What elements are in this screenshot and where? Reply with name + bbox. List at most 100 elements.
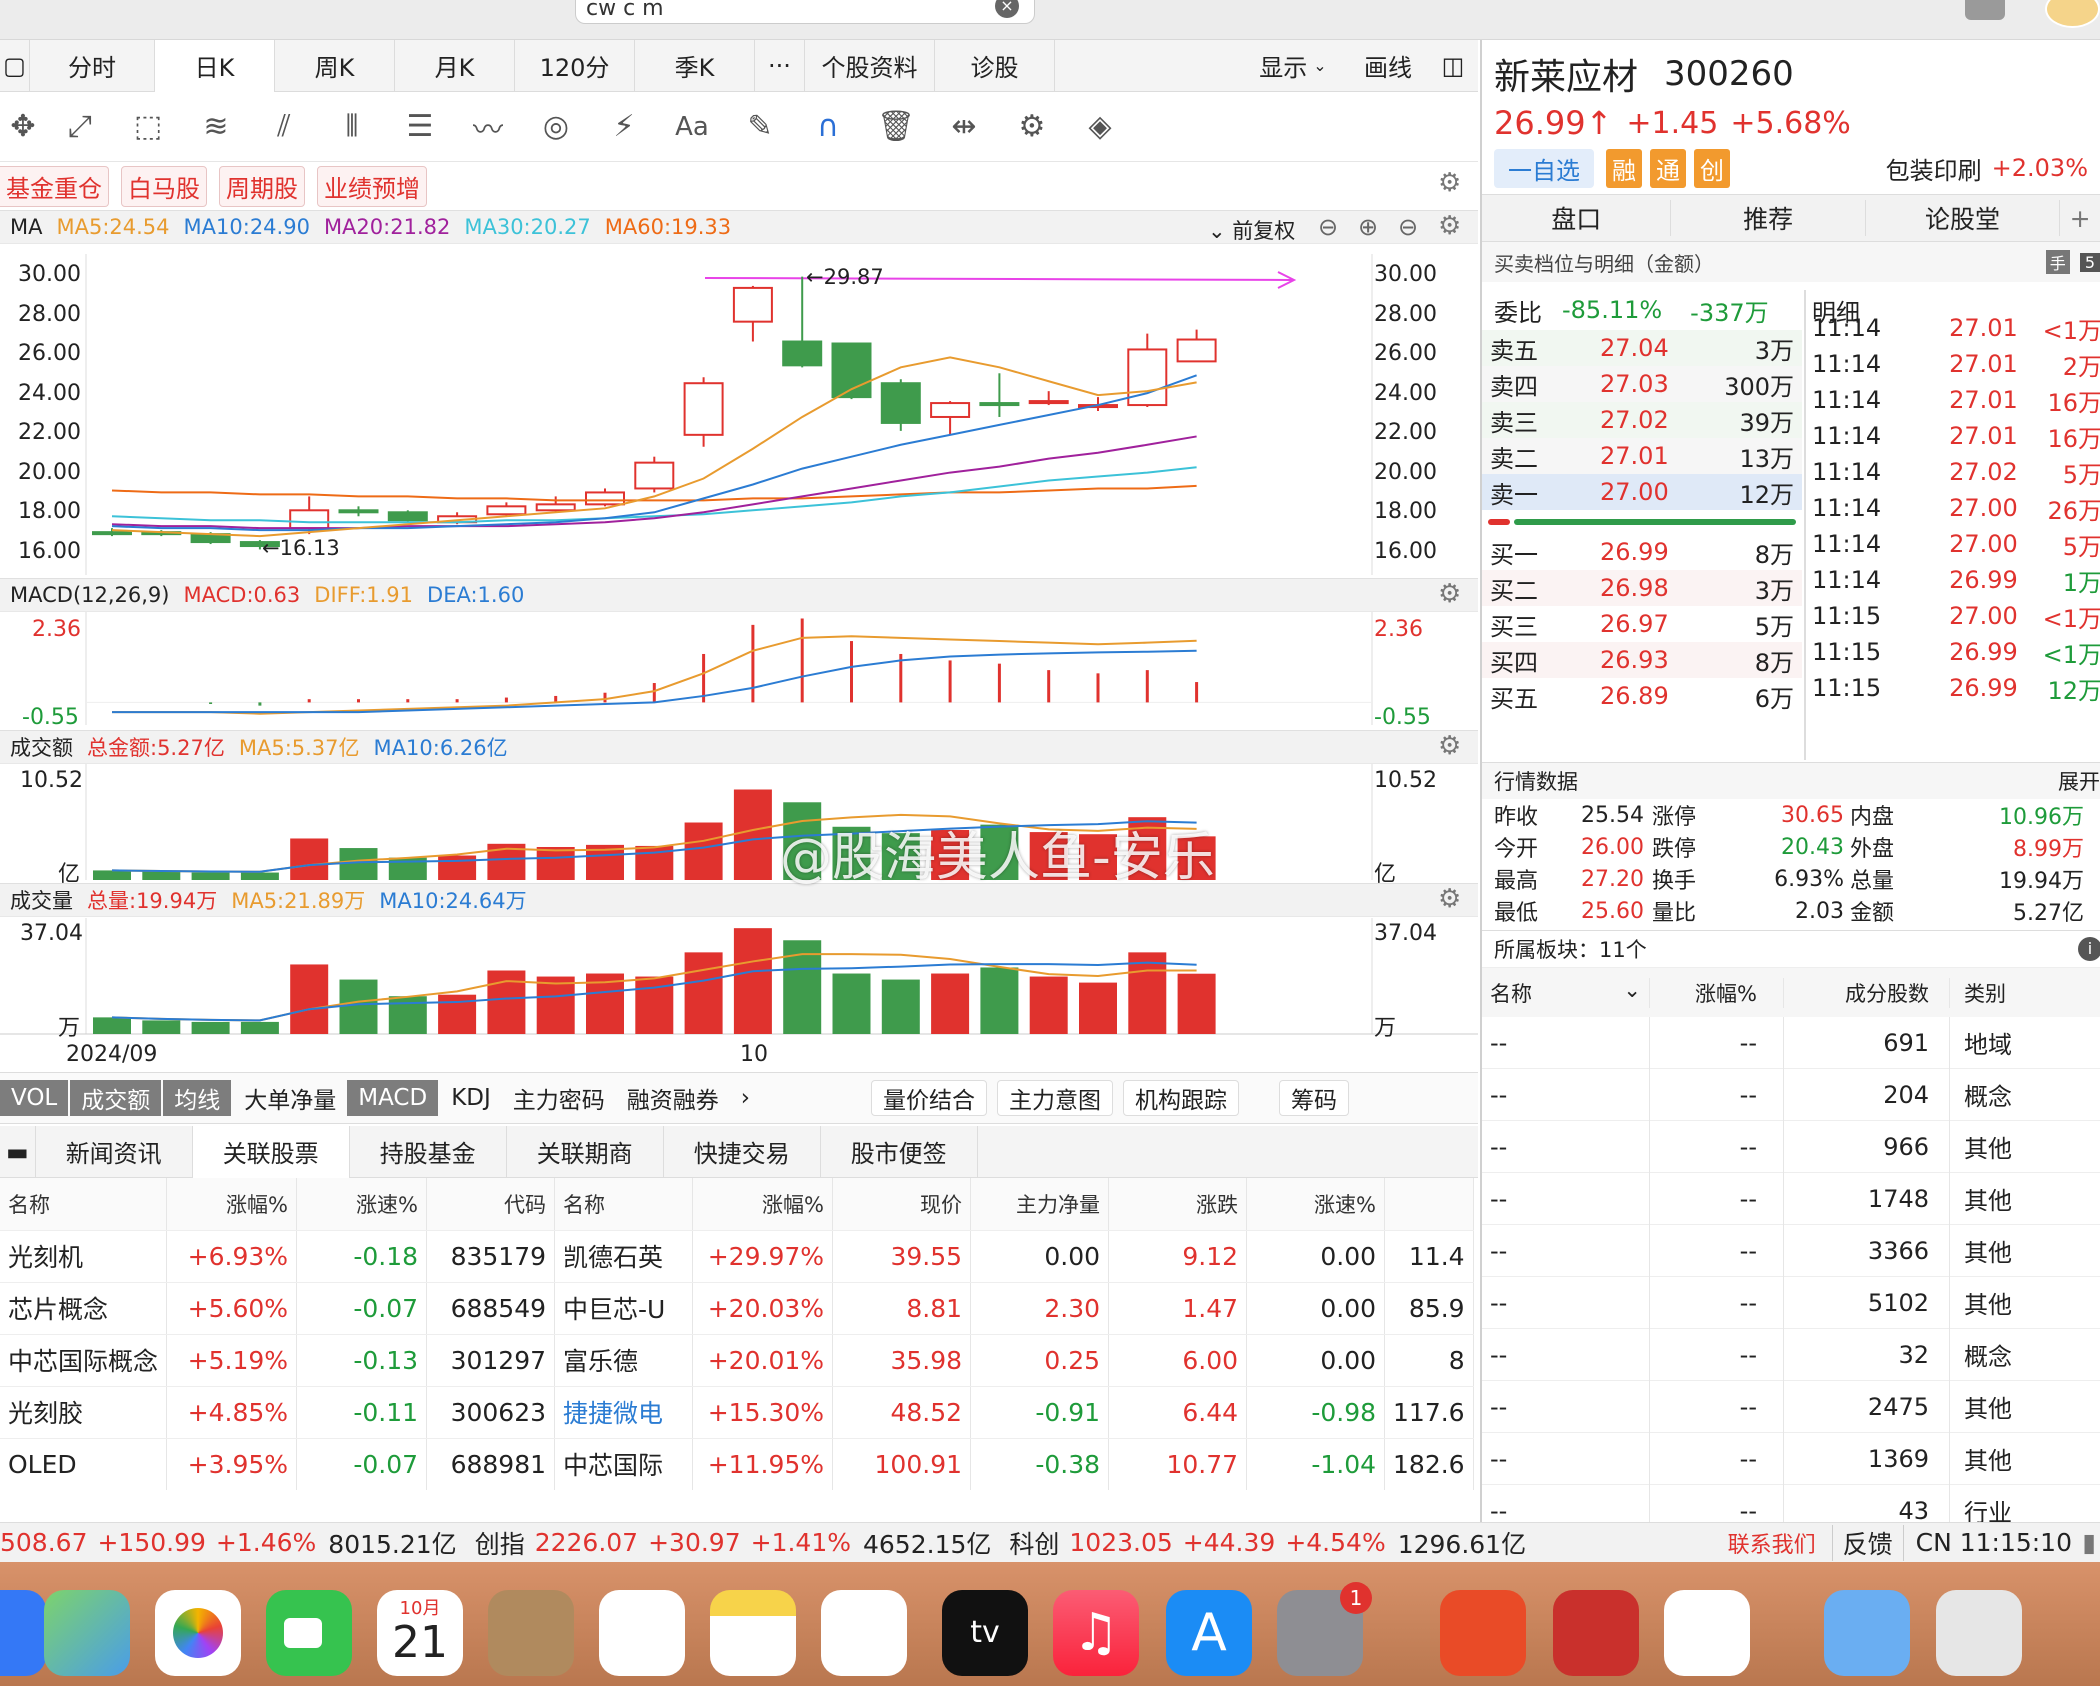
tab-news[interactable]: 新闻资讯: [36, 1125, 193, 1178]
sector-row[interactable]: -- -- 2475 其他: [1482, 1380, 2100, 1433]
contact-link[interactable]: 联系我们: [1728, 1527, 1816, 1559]
text-tool-icon[interactable]: Aa: [658, 112, 726, 142]
eraser-icon[interactable]: ✎: [726, 109, 794, 144]
sector-row[interactable]: -- -- 204 概念: [1482, 1068, 2100, 1121]
finder-icon[interactable]: [0, 1590, 46, 1676]
bid-level[interactable]: 买一 26.99 8万: [1482, 534, 1802, 570]
five-level-icon[interactable]: 5: [2079, 252, 2100, 272]
tonghuashun-icon[interactable]: [1440, 1590, 1526, 1676]
sector-row[interactable]: -- -- 5102 其他: [1482, 1276, 2100, 1329]
tab-main-intent[interactable]: 主力意图: [996, 1080, 1113, 1116]
gear-icon[interactable]: ⚙: [1438, 579, 1461, 609]
remove-indicator-icon[interactable]: ⊖: [1398, 213, 1418, 241]
trash-icon[interactable]: 🗑: [862, 109, 930, 144]
ask-level[interactable]: 卖五 27.04 3万: [1482, 330, 1802, 366]
reminders-icon[interactable]: [599, 1590, 685, 1676]
bid-level[interactable]: 买五 26.89 6万: [1482, 678, 1802, 714]
calendar-icon[interactable]: 10月 21: [377, 1590, 463, 1676]
rel-col-header[interactable]: 涨幅%: [166, 1178, 298, 1231]
rel-col-header[interactable]: 名称: [554, 1178, 694, 1231]
tab-120min[interactable]: 120分: [515, 39, 635, 92]
margin-badge[interactable]: 融: [1606, 148, 1642, 188]
channel-tool-icon[interactable]: ⫽: [250, 109, 318, 144]
rel-col-header[interactable]: 现价: [832, 1178, 972, 1231]
rel-col-header[interactable]: 名称: [0, 1178, 168, 1231]
tab-quote[interactable]: 盘口: [1482, 200, 1672, 236]
video-app-icon[interactable]: [1664, 1590, 1750, 1676]
bid-level[interactable]: 买四 26.93 8万: [1482, 642, 1802, 678]
tab-big-order[interactable]: 大单净量: [233, 1080, 347, 1116]
tab-holding-funds[interactable]: 持股基金: [350, 1125, 507, 1178]
tab-ma[interactable]: 均线: [163, 1080, 232, 1116]
line-tool-icon[interactable]: ⤢: [46, 109, 114, 144]
rel-col-header[interactable]: 涨幅%: [692, 1178, 834, 1231]
gann-tool-icon[interactable]: ⦀: [318, 109, 386, 144]
tab-related-stocks[interactable]: 关联股票: [192, 1125, 350, 1178]
poker-icon[interactable]: [1553, 1590, 1639, 1676]
sector-name[interactable]: 包装印刷: [1886, 151, 1982, 186]
fan-tool-icon[interactable]: ≋: [182, 109, 250, 144]
chinext-badge[interactable]: 创: [1694, 148, 1730, 188]
tv-icon[interactable]: tv: [942, 1590, 1028, 1676]
tab-monthly[interactable]: 月K: [395, 39, 515, 92]
ask-level[interactable]: 卖四 27.03 300万: [1482, 366, 1802, 402]
add-indicator-icon[interactable]: ⊕: [1358, 213, 1378, 241]
tag-fund-holding[interactable]: 基金重仓: [0, 165, 109, 207]
gear-icon[interactable]: ⚙: [1438, 168, 1461, 198]
ask-level[interactable]: 卖一 27.00 12万: [1482, 474, 1802, 510]
split-icon[interactable]: ⇹: [930, 109, 998, 144]
ask-level[interactable]: 卖三 27.02 39万: [1482, 402, 1802, 438]
tag-cyclical[interactable]: 周期股: [219, 165, 305, 207]
panel-icon[interactable]: ▬: [0, 1125, 36, 1178]
notes-icon[interactable]: [710, 1590, 796, 1676]
bid-level[interactable]: 买二 26.98 3万: [1482, 570, 1802, 606]
tab-intraday[interactable]: 分时: [30, 39, 155, 92]
draw-line-button[interactable]: 画线: [1348, 40, 1428, 92]
sector-row[interactable]: -- -- 691 地域: [1482, 1016, 2100, 1069]
move-icon[interactable]: ✥: [0, 109, 46, 144]
macd-indicator-label[interactable]: MACD(12,26,9): [10, 583, 170, 607]
sector-row[interactable]: -- -- 966 其他: [1482, 1120, 2100, 1173]
trash-icon[interactable]: [1936, 1590, 2022, 1676]
user-menu-icon[interactable]: [1965, 0, 2005, 20]
gear-icon[interactable]: ⚙: [1438, 731, 1461, 761]
bid-level[interactable]: 买三 26.97 5万: [1482, 606, 1802, 642]
photos-icon[interactable]: [155, 1590, 241, 1676]
table-row[interactable]: 芯片概念 +5.60% -0.07 688549 中巨芯-U +20.03% 8.81 2.3…: [0, 1282, 1474, 1335]
tab-chips[interactable]: 筹码: [1278, 1080, 1349, 1116]
sector-col-name[interactable]: 名称 ⌄: [1482, 977, 1650, 1008]
table-row[interactable]: 光刻胶 +4.85% -0.11 300623 捷捷微电 +15.30% 48.52 -0.9…: [0, 1386, 1474, 1439]
layout-icon[interactable]: ▢: [0, 39, 30, 92]
volume-indicator-label[interactable]: 成交量: [10, 885, 73, 915]
sector-col-type[interactable]: 类别: [1950, 978, 2006, 1008]
more-periods-button[interactable]: ···: [755, 39, 805, 92]
collapse-icon[interactable]: ⊖: [1318, 213, 1338, 241]
sector-row[interactable]: -- -- 1748 其他: [1482, 1172, 2100, 1225]
tab-weekly[interactable]: 周K: [275, 39, 395, 92]
rel-col-header[interactable]: [1384, 1178, 1474, 1231]
add-watchlist-button[interactable]: 一自选: [1494, 148, 1594, 188]
info-icon[interactable]: i: [2078, 937, 2100, 961]
sector-row[interactable]: -- -- 1369 其他: [1482, 1432, 2100, 1485]
tab-quarterly[interactable]: 季K: [635, 39, 755, 92]
freeform-icon[interactable]: [821, 1590, 907, 1676]
rel-col-header[interactable]: 涨速%: [1246, 1178, 1386, 1231]
tab-vol[interactable]: VOL: [0, 1080, 69, 1116]
feedback-button[interactable]: 反馈: [1831, 1524, 1904, 1561]
contacts-icon[interactable]: [488, 1590, 574, 1676]
tab-notes[interactable]: 股市便签: [821, 1125, 978, 1178]
display-dropdown[interactable]: 显示 ⌄: [1238, 40, 1348, 92]
amount-indicator-label[interactable]: 成交额: [10, 732, 73, 762]
magnet-icon[interactable]: ∩: [794, 109, 862, 144]
facetime-icon[interactable]: [266, 1590, 352, 1676]
wave-tool-icon[interactable]: 〰: [454, 105, 522, 149]
chevron-right-icon[interactable]: ›: [730, 1080, 761, 1116]
table-row[interactable]: 光刻机 +6.93% -0.18 835179 凯德石英 +29.97% 39.55 0.00…: [0, 1230, 1474, 1283]
tab-related-futures[interactable]: 关联期商: [507, 1125, 664, 1178]
tab-recommend[interactable]: 推荐: [1671, 200, 1866, 236]
panel-toggle-icon[interactable]: ◫: [1428, 40, 1478, 92]
sector-col-pct[interactable]: 涨幅%: [1650, 977, 1784, 1008]
rel-col-header[interactable]: 代码: [426, 1178, 556, 1231]
tag-earnings-up[interactable]: 业绩预增: [317, 165, 427, 207]
tab-diagnosis[interactable]: 诊股: [935, 39, 1055, 92]
